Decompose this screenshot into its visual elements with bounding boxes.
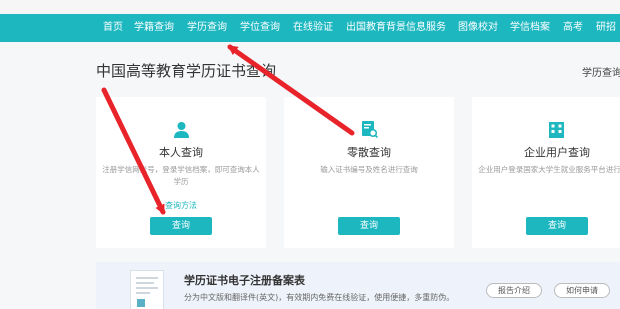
card-title: 本人查询 [159, 146, 203, 159]
single-query-card: 零散查询 输入证书编号及姓名进行查询 查询 [284, 97, 454, 248]
nav-item-student-status[interactable]: 学籍查询 [134, 14, 174, 42]
registration-description: 分为中文版和翻译件(英文)，有效期内免费在线验证，使用便捷，多重防伪。 [184, 293, 455, 302]
card-title: 企业用户查询 [524, 146, 590, 159]
certificate-thumbnail [130, 270, 164, 309]
document-search-icon [362, 121, 378, 138]
card-description: 输入证书编号及姓名进行查询 [320, 165, 418, 174]
top-strip-text: ▀ ▀ ▀▀▀▀▀▀▀▀▀▀▀▀▀▀▀▀▀▀▀▀▀▀▀▀▀▀▀▀▀▀▀▀▀▀▀▀… [96, 0, 502, 6]
nav-item-gaokao[interactable]: 高考 [563, 14, 583, 42]
card-description: 企业用户登录国家大学生就业服务平台进行查询 [478, 165, 620, 174]
registration-form-panel: 学历证书电子注册备案表 分为中文版和翻译件(英文)，有效期内免费在线验证，使用便… [96, 262, 620, 309]
query-method-link[interactable]: 查询方法 [96, 200, 266, 211]
nav-item-online-verify[interactable]: 在线验证 [293, 14, 333, 42]
nav-item-student-archive[interactable]: 学信档案 [510, 14, 550, 42]
how-to-apply-button[interactable]: 如何申请 [554, 283, 610, 298]
main-navigation: 首页 学籍查询 学历查询 学位查询 在线验证 出国教育背景信息服务 图像校对 学… [0, 14, 620, 42]
nav-item-academic-degree[interactable]: 学位查询 [240, 14, 280, 42]
enterprise-query-card: 企业用户查询 企业用户登录国家大学生就业服务平台进行查询 查询 [472, 97, 620, 248]
nav-item-home[interactable]: 首页 [103, 14, 123, 42]
nav-item-postgraduate[interactable]: 研招 [596, 14, 616, 42]
nav-item-overseas-background[interactable]: 出国教育背景信息服务 [346, 14, 446, 42]
single-query-button[interactable]: 查询 [338, 217, 400, 235]
user-icon [174, 122, 189, 138]
page-title: 中国高等教育学历证书查询 [96, 62, 277, 80]
personal-query-card: 本人查询 注册学信网账号，登录学信档案，即可查询本人学历 查询方法 查询 [96, 97, 266, 248]
building-icon [549, 122, 564, 138]
registration-title: 学历证书电子注册备案表 [184, 274, 305, 287]
nav-item-degree-certificate[interactable]: 学历查询 [187, 14, 227, 42]
card-description: 注册学信网账号，登录学信档案，即可查询本人学历 [102, 165, 260, 186]
report-intro-button[interactable]: 报告介绍 [486, 283, 542, 298]
breadcrumb[interactable]: 学历查询 [582, 64, 620, 79]
personal-query-button[interactable]: 查询 [150, 217, 212, 235]
enterprise-query-button[interactable]: 查询 [526, 217, 588, 235]
top-strip: ▀ ▀ ▀▀▀▀▀▀▀▀▀▀▀▀▀▀▀▀▀▀▀▀▀▀▀▀▀▀▀▀▀▀▀▀▀▀▀▀… [0, 0, 620, 14]
nav-item-image-proofreading[interactable]: 图像校对 [458, 14, 498, 42]
card-title: 零散查询 [347, 146, 391, 159]
